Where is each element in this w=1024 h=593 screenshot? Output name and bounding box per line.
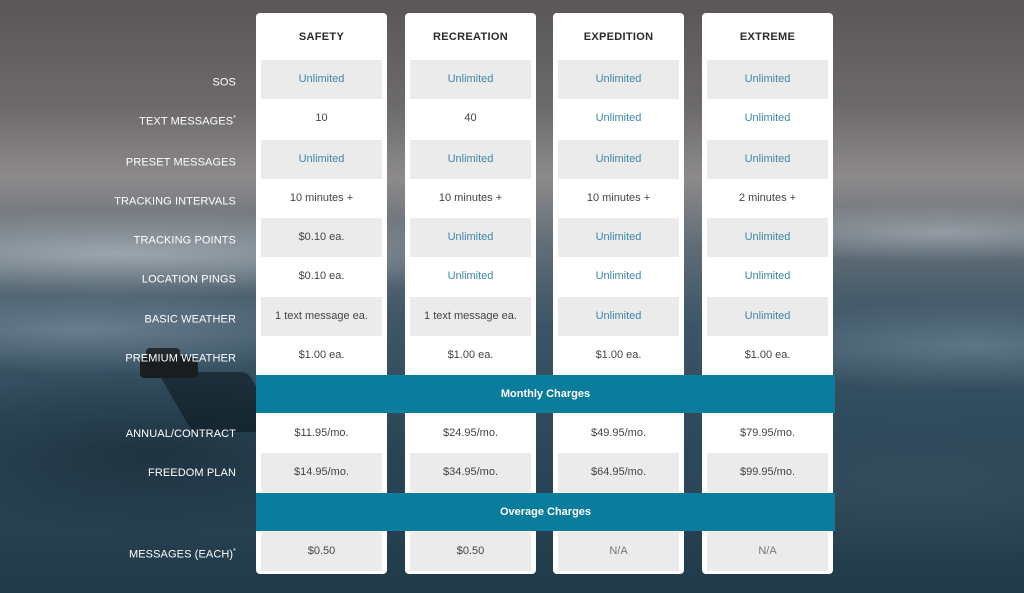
plan-cell: Unlimited [595,112,642,124]
row-label-text-messages: TEXT MESSAGES* [0,109,236,129]
overage-charges-band: Overage Charges [256,493,835,531]
plan-name: EXPEDITION [583,31,654,43]
plan-cell: $24.95/mo. [442,427,499,439]
plan-cell: Unlimited [410,218,531,257]
row-label-freedom-plan: FREEDOM PLAN [0,463,236,483]
plan-cell: 10 minutes + [289,192,354,204]
plan-cell: Unlimited [261,60,382,99]
footnote-mark: * [233,548,236,555]
plan-cell: $0.10 ea. [261,218,382,257]
plan-column-expedition: EXPEDITION Unlimited Unlimited Unlimited 10 … [553,13,684,574]
plan-cell: 2 minutes + [738,192,797,204]
row-label-annual-contract: ANNUAL/CONTRACT [0,424,236,444]
plan-cell: Unlimited [707,297,828,336]
row-label-text: FREEDOM PLAN [148,467,236,479]
plan-cell: $1.00 ea. [447,349,494,361]
plan-column-extreme: EXTREME Unlimited Unlimited Unlimited 2 minu… [702,13,833,574]
plan-cell: 10 minutes + [586,192,651,204]
plan-cell: 10 minutes + [438,192,503,204]
row-label-premium-weather: PREMIUM WEATHER [0,346,236,366]
row-label-text: SOS [212,76,236,89]
plan-cell: $49.95/mo. [590,427,647,439]
row-label-sos: SOS [0,70,236,90]
plan-cell: Unlimited [447,270,494,282]
plan-cell: $1.00 ea. [298,349,345,361]
plan-cell: Unlimited [261,140,382,179]
row-label-tracking-points: TRACKING POINTS [0,228,236,248]
plan-cell: $34.95/mo. [410,453,531,492]
row-label-text: LOCATION PINGS [141,273,236,286]
row-label-basic-weather: BASIC WEATHER [0,307,236,327]
plan-cell: 40 [464,112,477,124]
plan-cell: $14.95/mo. [261,453,382,492]
plan-cell: 1 text message ea. [410,297,531,336]
plan-cell: $1.00 ea. [595,349,642,361]
plan-cell: $99.95/mo. [707,453,828,492]
plan-cell: $0.50 [261,532,382,571]
plan-cell: Unlimited [410,60,531,99]
plan-cell: $79.95/mo. [739,427,796,439]
plan-cell: N/A [707,532,828,571]
plan-cell: Unlimited [707,140,828,179]
plan-cell: Unlimited [707,218,828,257]
row-label-text: PRESET MESSAGES [125,156,236,169]
row-label-text: PREMIUM WEATHER [125,352,236,365]
plan-cell: Unlimited [558,218,679,257]
row-label-location-pings: LOCATION PINGS [0,267,236,287]
plan-cell: Unlimited [744,112,791,124]
plan-name: RECREATION [433,31,508,43]
plan-cell: Unlimited [744,270,791,282]
plan-cell: $0.10 ea. [298,270,345,282]
row-label-preset-messages: PRESET MESSAGES [0,150,236,170]
monthly-charges-band: Monthly Charges [256,375,835,413]
plan-cell: Unlimited [558,140,679,179]
plan-cell: $11.95/mo. [294,427,349,439]
plan-cell: N/A [558,532,679,571]
plan-cell: $1.00 ea. [744,349,791,361]
row-label-text: TRACKING POINTS [133,234,236,247]
plan-cell: Unlimited [410,140,531,179]
plan-name: EXTREME [739,31,796,43]
plan-column-safety: SAFETY Unlimited 10 Unlimited 10 minutes + $0… [256,13,387,574]
plan-name: SAFETY [298,31,345,43]
row-label-text: ANNUAL/CONTRACT [125,428,236,440]
row-label-tracking-intervals: TRACKING INTERVALS [0,189,236,209]
plan-column-recreation: RECREATION Unlimited 40 Unlimited 10 minutes… [405,13,536,574]
row-label-text: MESSAGES (EACH) [128,548,234,561]
footnote-mark: * [233,115,236,122]
row-label-text: TEXT MESSAGES [139,115,234,128]
plan-cell: 10 [315,112,328,124]
plan-cell: Unlimited [558,297,679,336]
plan-cell: $0.50 [410,532,531,571]
plan-cell: Unlimited [595,270,642,282]
plan-cell: Unlimited [707,60,828,99]
plan-cell: Unlimited [558,60,679,99]
row-label-messages-each-: MESSAGES (EACH)* [0,542,236,562]
plan-cell: $64.95/mo. [558,453,679,492]
row-label-text: TRACKING INTERVALS [114,195,236,208]
plan-cell: 1 text message ea. [261,297,382,336]
row-label-text: BASIC WEATHER [144,313,236,326]
